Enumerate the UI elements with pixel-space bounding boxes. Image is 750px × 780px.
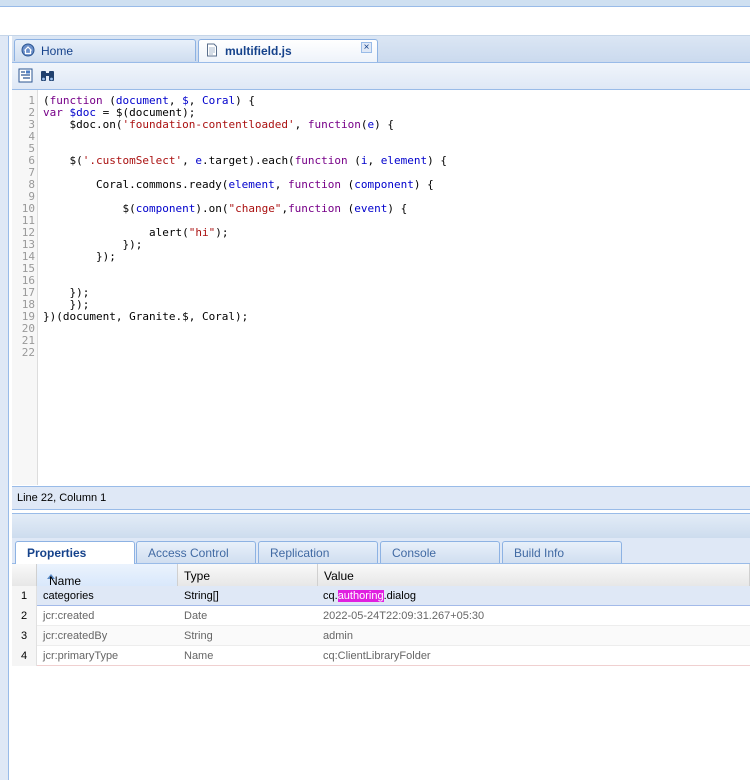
- value-suffix: .dialog: [383, 590, 416, 602]
- tab-replication-label: Replication: [270, 546, 330, 560]
- value-prefix: cq.: [323, 590, 338, 602]
- bottom-tab-strip: Properties Access Control Replication Co…: [12, 538, 750, 564]
- property-name: jcr:primaryType: [43, 650, 119, 662]
- code-line: $('.customSelect', e.target).each(functi…: [43, 154, 448, 167]
- tab-access-control-label: Access Control: [148, 546, 229, 560]
- tab-home[interactable]: Home: [14, 39, 196, 61]
- properties-grid: Name Type Value 1 categories String[] cq…: [12, 564, 750, 780]
- editor-tab-strip: Home multifield.js ×: [12, 36, 750, 63]
- code-line: Coral.commons.ready(element, function (c…: [43, 178, 434, 191]
- code-editor[interactable]: 1 2 3 4 5 6 7 8 9 10 11 12 13 14 15 16 1…: [12, 90, 750, 485]
- row-number: 2: [12, 606, 37, 626]
- row-number: 1: [12, 586, 37, 606]
- property-type: String[]: [184, 590, 219, 602]
- column-header-value[interactable]: Value: [318, 564, 750, 586]
- property-value: cq:ClientLibraryFolder: [323, 650, 431, 662]
- table-row[interactable]: 1 categories String[] cq.authoring.dialo…: [12, 586, 750, 606]
- table-row[interactable]: 2 jcr:created Date 2022-05-24T22:09:31.2…: [12, 606, 750, 626]
- top-address-area: [0, 7, 750, 36]
- column-header-type-label: Type: [184, 569, 211, 583]
- column-header-value-label: Value: [324, 569, 354, 583]
- tab-multifield-js[interactable]: multifield.js ×: [198, 39, 378, 62]
- row-number: 3: [12, 626, 37, 646]
- tab-home-label: Home: [41, 44, 74, 58]
- property-type: Date: [184, 610, 208, 622]
- value-highlight: authoring: [337, 590, 384, 602]
- tab-console[interactable]: Console: [380, 541, 500, 563]
- property-name: jcr:created: [43, 610, 95, 622]
- outline-icon[interactable]: [17, 67, 35, 85]
- property-name: jcr:createdBy: [43, 630, 108, 642]
- tab-multifield-js-label: multifield.js: [225, 44, 292, 58]
- top-frame-bar: [0, 0, 750, 7]
- property-type: String: [184, 630, 213, 642]
- property-value: cq.authoring.dialog: [323, 586, 416, 606]
- code-content[interactable]: (function (document, $, Coral) {var $doc…: [43, 95, 447, 359]
- tab-console-label: Console: [392, 546, 437, 560]
- code-line: })(document, Granite.$, Coral);: [43, 310, 249, 323]
- property-name: categories: [43, 590, 94, 602]
- line-number: 22: [21, 346, 35, 359]
- property-type: Name: [184, 650, 214, 662]
- table-row[interactable]: 3 jcr:createdBy String admin: [12, 626, 750, 646]
- left-panel-edge[interactable]: [0, 36, 9, 780]
- tab-replication[interactable]: Replication: [258, 541, 378, 563]
- tab-build-info-label: Build Info: [514, 546, 565, 560]
- rownum-header: [12, 564, 37, 586]
- grid-header: Name Type Value: [12, 564, 750, 588]
- cursor-position: Line 22, Column 1: [17, 492, 107, 504]
- property-value: 2022-05-24T22:09:31.267+05:30: [323, 610, 485, 622]
- tab-properties[interactable]: Properties: [15, 541, 135, 564]
- code-line: });: [43, 286, 90, 299]
- editor-toolbar: [12, 63, 750, 90]
- line-number-gutter: 1 2 3 4 5 6 7 8 9 10 11 12 13 14 15 16 1…: [12, 90, 38, 485]
- tab-build-info[interactable]: Build Info: [502, 541, 622, 563]
- panel-splitter[interactable]: [12, 513, 750, 539]
- editor-status-bar: Line 22, Column 1: [12, 486, 750, 510]
- code-line: $doc.on('foundation-contentloaded', func…: [43, 118, 395, 131]
- tab-properties-label: Properties: [27, 546, 87, 560]
- find-binoculars-icon[interactable]: [39, 67, 57, 85]
- column-header-type[interactable]: Type: [178, 564, 318, 586]
- home-icon: [21, 43, 35, 57]
- row-number: 4: [12, 646, 37, 666]
- close-icon[interactable]: ×: [361, 42, 372, 53]
- file-icon: [207, 43, 217, 57]
- tab-access-control[interactable]: Access Control: [136, 541, 256, 563]
- code-line: $(component).on("change",function (event…: [43, 202, 408, 215]
- code-line: });: [43, 250, 116, 263]
- table-row[interactable]: 4 jcr:primaryType Name cq:ClientLibraryF…: [12, 646, 750, 666]
- column-header-name[interactable]: Name: [37, 564, 178, 588]
- property-value: admin: [323, 630, 353, 642]
